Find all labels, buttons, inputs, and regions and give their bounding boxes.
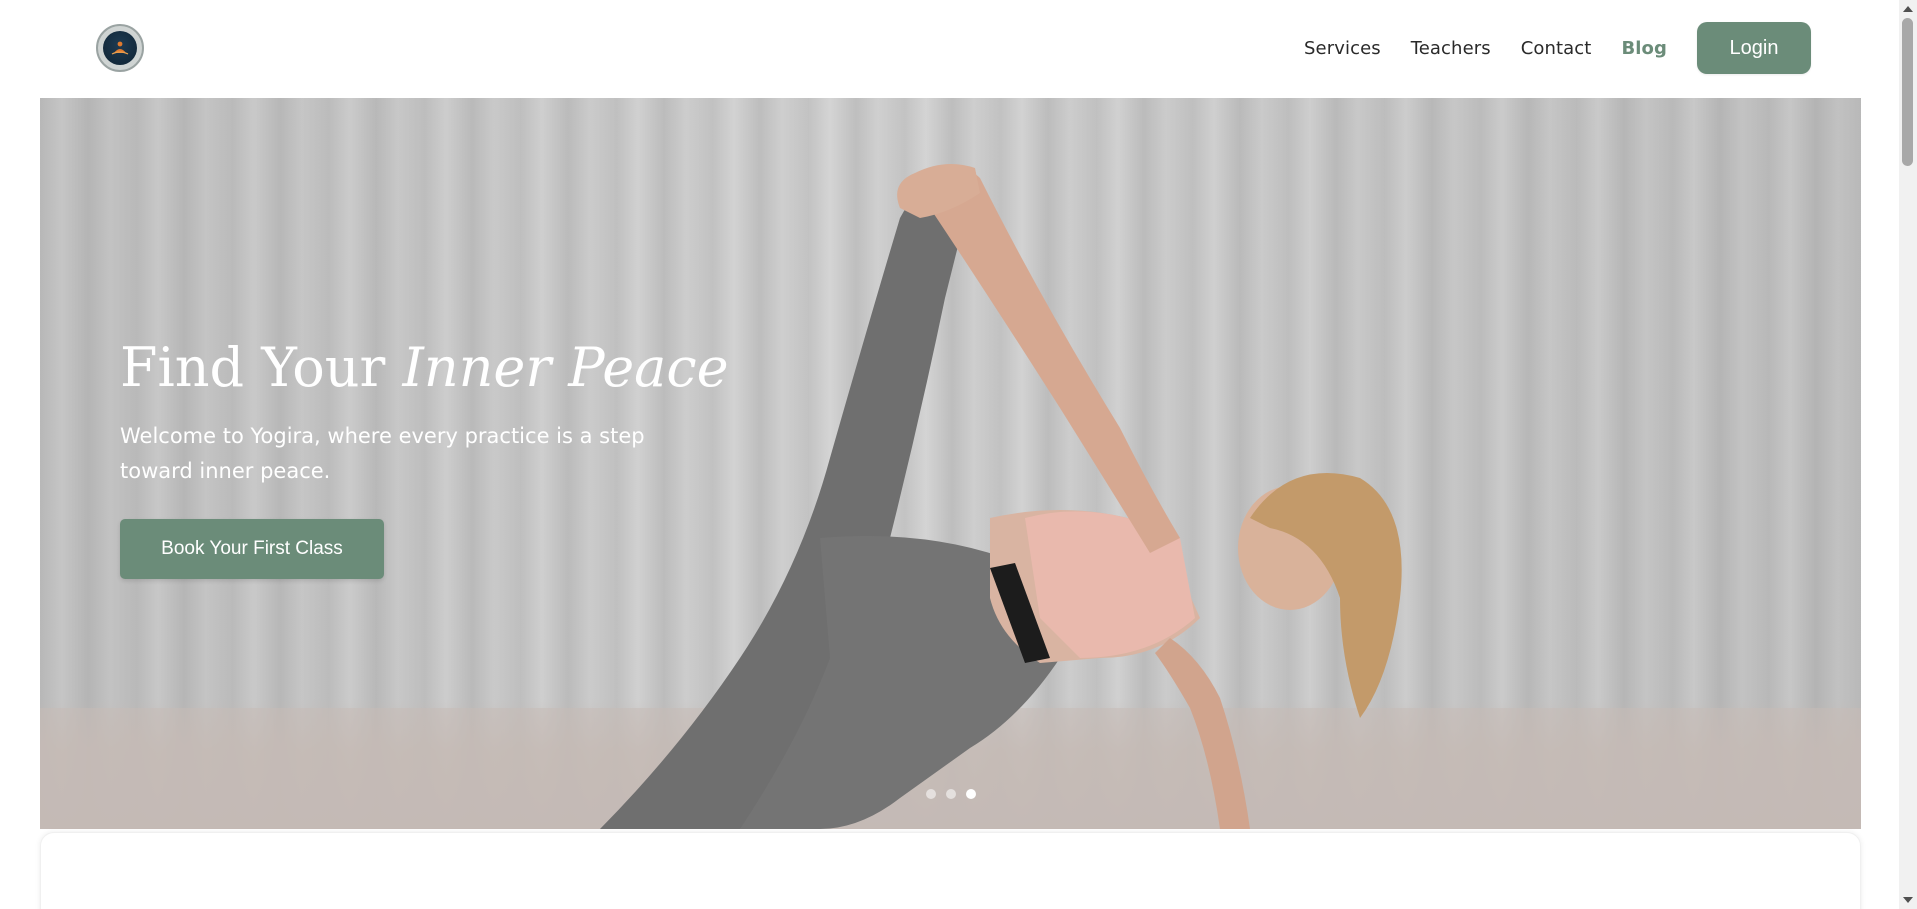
- scroll-thumb[interactable]: [1902, 18, 1913, 166]
- vertical-scrollbar[interactable]: [1899, 0, 1917, 909]
- main-nav: Services Teachers Contact Blog Login: [1274, 22, 1899, 74]
- scroll-up-arrow-icon[interactable]: [1903, 6, 1913, 12]
- nav-blog-link[interactable]: Blog: [1621, 38, 1667, 59]
- lotus-meditation-logo-icon: [103, 31, 137, 65]
- nav-contact-link[interactable]: Contact: [1521, 38, 1592, 59]
- logo[interactable]: [96, 24, 144, 72]
- carousel-dot-1[interactable]: [926, 789, 936, 799]
- carousel-dots: [926, 789, 976, 799]
- nav-teachers-link[interactable]: Teachers: [1411, 38, 1491, 59]
- book-first-class-button[interactable]: Book Your First Class: [120, 518, 384, 579]
- hero-subtitle: Welcome to Yogira, where every practice …: [120, 423, 645, 483]
- hero-title: Find Your Inner Peace: [120, 336, 740, 401]
- scroll-down-arrow-icon[interactable]: [1903, 897, 1913, 903]
- carousel-dot-3[interactable]: [966, 789, 976, 799]
- hero-banner: Find Your Inner Peace Welcome to Yogira,…: [40, 98, 1861, 829]
- login-button[interactable]: Login: [1697, 22, 1811, 74]
- content-card: [40, 832, 1861, 909]
- hero-title-emphasis: Inner Peace: [402, 336, 729, 399]
- site-header: Services Teachers Contact Blog Login: [0, 0, 1899, 97]
- nav-services-link[interactable]: Services: [1304, 38, 1381, 59]
- page: Services Teachers Contact Blog Login Fin…: [0, 0, 1917, 909]
- hero-content: Find Your Inner Peace Welcome to Yogira,…: [120, 336, 740, 579]
- carousel-dot-2[interactable]: [946, 789, 956, 799]
- hero-title-plain: Find Your: [120, 336, 403, 399]
